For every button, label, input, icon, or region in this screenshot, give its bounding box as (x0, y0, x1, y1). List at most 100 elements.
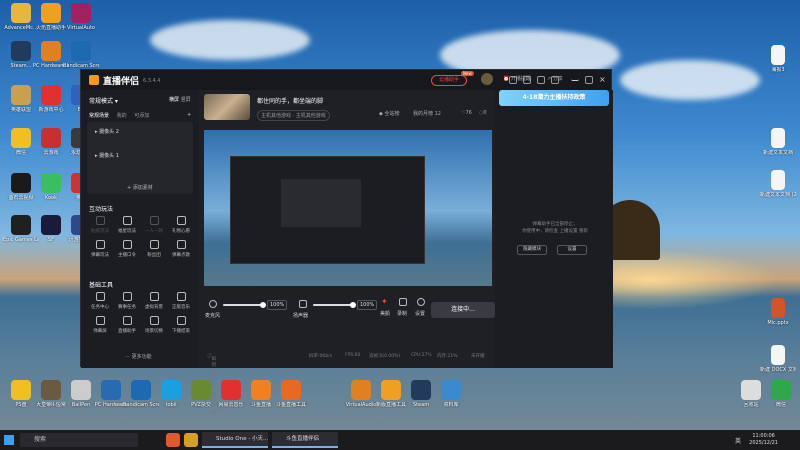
add-scene-icon[interactable]: + (187, 112, 191, 118)
start-live-button[interactable]: 连接中... (431, 302, 495, 318)
user-avatar[interactable] (481, 73, 493, 85)
stream-preview[interactable] (204, 130, 492, 292)
add-source-button[interactable]: + 添加素材 (127, 184, 153, 191)
desktop-icon[interactable]: 新建文本文档 (760, 128, 796, 156)
share-link[interactable]: ↗ 分享 (547, 75, 563, 82)
feature-button[interactable]: 粉丝团 (141, 240, 167, 258)
maximize-icon[interactable] (585, 76, 593, 84)
desktop-icon[interactable]: Mic.pptx (760, 298, 796, 326)
desktop-icon[interactable]: VirtualAuto (63, 3, 99, 31)
feature-button[interactable]: 贴纸玩法 (87, 216, 113, 234)
mic-volume-knob[interactable] (260, 302, 266, 308)
feature-button[interactable]: 一人一款 (141, 216, 167, 234)
rank-tag[interactable]: ◆ 全站榜 (379, 110, 399, 117)
speaker-volume-slider[interactable] (313, 302, 356, 308)
feature-button[interactable]: 弹幕点歌 (168, 240, 194, 258)
tab-landscape[interactable]: 横屏 (169, 97, 179, 103)
room-cover-thumbnail[interactable] (204, 94, 250, 120)
room-category[interactable]: 主机其他游戏 · 主机其他游戏 (257, 110, 330, 121)
source-name: 摄像头 1 (99, 153, 119, 159)
windows-start-icon[interactable] (4, 435, 14, 445)
danmaku-settings-button[interactable]: 设置 (557, 245, 587, 255)
feature-icon (176, 216, 186, 225)
clock-time: 11:00:06 (752, 433, 775, 439)
mode-dropdown[interactable]: 常规模式 ▾ (89, 96, 118, 105)
beauty-icon[interactable]: ✦ (381, 298, 389, 306)
desktop-icon[interactable]: 斗鱼直播工具 (273, 380, 309, 408)
hide-module-button[interactable]: 隐藏模块 (517, 245, 547, 255)
monthly-rank[interactable]: 我的月榜 12 (413, 110, 441, 117)
speaker-volume-knob[interactable] (350, 302, 356, 308)
mic-volume-slider[interactable] (223, 302, 266, 308)
edge-icon[interactable] (166, 433, 180, 447)
comments-count: ◌0 (479, 110, 487, 116)
gift-icon[interactable] (537, 76, 545, 84)
title-bar[interactable]: 直播伴侣 6.3.4.4 云播助手 New × (81, 70, 611, 90)
app-icon (221, 380, 241, 400)
input-method-indicator[interactable]: 英 (735, 436, 741, 445)
app-icon (11, 173, 31, 193)
app-icon (351, 380, 371, 400)
mic-volume-value[interactable]: 100% (267, 300, 288, 310)
chrome-icon[interactable] (184, 433, 198, 447)
desktop-icon-label: VirtualAuto (67, 25, 95, 31)
system-clock[interactable]: 11:00:06 2025/12/21 (749, 433, 778, 447)
source-item[interactable]: ▸ 摄像头 1 (95, 152, 119, 159)
desktop-icon[interactable]: 资料库 (433, 380, 469, 408)
feature-label: 粉丝团 (147, 253, 161, 258)
feature-button[interactable]: 弹幕玩法 (87, 240, 113, 258)
desktop-icon[interactable]: 新建 DOCX 文档 (760, 345, 796, 373)
feature-button[interactable]: 直播助手 (114, 316, 140, 334)
feature-button[interactable]: 福星玩法 (114, 216, 140, 234)
speaker-volume-value[interactable]: 100% (357, 300, 378, 310)
record-icon[interactable] (399, 298, 407, 306)
feature-button[interactable]: 场景切换 (141, 316, 167, 334)
tab-common-scene[interactable]: 常规场景 (89, 113, 109, 119)
desktop-icon[interactable]: 微信 (763, 380, 799, 408)
speaker-icon[interactable] (299, 300, 307, 308)
room-title[interactable]: 都住同的手，都坐端的脚 (257, 96, 323, 105)
feature-button[interactable]: 任务中心 (87, 292, 113, 310)
microphone-icon[interactable] (209, 300, 217, 308)
cloud-live-button[interactable]: 云播助手 (431, 75, 467, 86)
feature-icon (176, 292, 186, 301)
feature-button[interactable]: 正版音乐 (168, 292, 194, 310)
taskbar-search-box[interactable]: 搜索 (20, 433, 138, 447)
feature-icon (149, 292, 159, 301)
settings-label[interactable]: 设置 (415, 310, 425, 317)
feature-button[interactable]: 赛事任务 (114, 292, 140, 310)
scene-tabs: 常规场景 我的 可添加 + (89, 112, 191, 119)
feature-button[interactable]: 下播结束 (168, 316, 194, 334)
status-bar: ⓘ 如何快速上手直播伴侣? 码率:0Kb/s FPS:60 丢帧:0(0.00%… (199, 350, 495, 416)
tab-mine[interactable]: 我的 (117, 113, 127, 119)
desktop-icon[interactable]: 海报3 (760, 45, 796, 73)
promo-banner[interactable]: 4·18潜力主播扶持政策 (499, 90, 609, 106)
app-icon (41, 41, 61, 61)
feature-button[interactable]: 弹幕屏 (87, 316, 113, 334)
feature-button[interactable]: 礼物心愿 (168, 216, 194, 234)
desktop-icon[interactable]: 新建文本文档 (2) (760, 170, 796, 198)
minimize-icon[interactable] (571, 76, 579, 81)
taskbar-task-studio-one[interactable]: Studio One - 小天... (202, 432, 268, 448)
live-reminder-link[interactable]: ⏰ 开播提醒 (503, 75, 531, 82)
feature-icon (149, 216, 159, 225)
tab-addable[interactable]: 可添加 (134, 113, 149, 119)
preview-nested-window (230, 156, 425, 264)
record-label[interactable]: 录制 (397, 310, 407, 317)
desktop-icon-label: Mic.pptx (767, 320, 789, 326)
more-functions-button[interactable]: ⋯ 更多功能 (125, 353, 152, 360)
app-icon (131, 380, 151, 400)
source-item[interactable]: ▸ 摄像头 2 (95, 128, 119, 135)
close-icon[interactable]: × (599, 76, 607, 84)
feature-button[interactable]: 虚拟背景 (141, 292, 167, 310)
feature-button[interactable]: 主播口令 (114, 240, 140, 258)
help-link[interactable]: ⓘ 如何快速上手直播伴侣? (207, 353, 218, 416)
tab-portrait[interactable]: 竖屏 (181, 97, 191, 103)
desktop-icon[interactable]: Bandicam Screenrec... (63, 41, 99, 69)
desktop-icon-label: 资料库 (443, 402, 459, 408)
beauty-label[interactable]: 美颜 (380, 310, 390, 317)
right-panel: ⏰ 开播提醒 ↗ 分享 4·18潜力主播扶持政策 弹幕助手已全部停止； 你使用中… (495, 76, 613, 368)
settings-gear-icon[interactable] (417, 298, 425, 306)
taskbar-task-live-companion[interactable]: 斗鱼直播伴侣 (272, 432, 338, 448)
feature-label: 赛事任务 (118, 305, 136, 310)
